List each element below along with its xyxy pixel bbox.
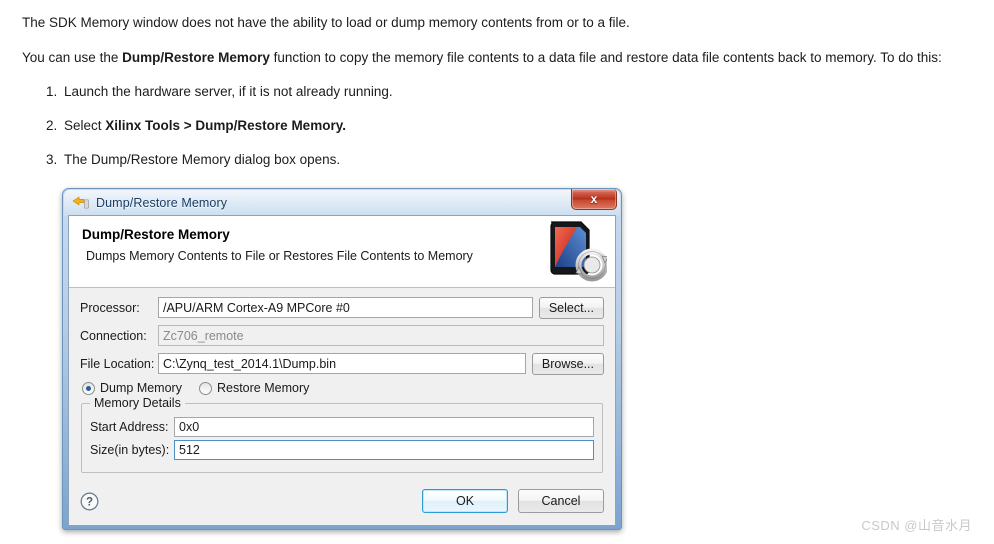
step-number: 3. <box>46 152 58 167</box>
step-item-3: 3. The Dump/Restore Memory dialog box ope… <box>46 151 340 168</box>
dialog-titlebar[interactable]: Dump/Restore Memory x <box>68 189 617 215</box>
memory-mode-radio-group: Dump Memory Restore Memory <box>80 381 604 395</box>
browse-button[interactable]: Browse... <box>531 352 604 375</box>
radio-dump-memory[interactable]: Dump Memory <box>82 381 182 395</box>
file-location-label: File Location: <box>80 356 155 371</box>
radio-restore-memory-indicator <box>198 381 212 395</box>
file-location-row: File Location: Browse... <box>80 352 604 375</box>
dialog-form: Processor: Select... Connection: File Lo… <box>69 288 615 473</box>
start-address-row: Start Address: <box>90 417 594 437</box>
paragraph-intro: The SDK Memory window does not have the … <box>22 15 630 30</box>
cancel-button[interactable]: Cancel <box>518 489 604 513</box>
dump-restore-memory-dialog: Dump/Restore Memory x Dump/Restore Memor… <box>62 188 622 530</box>
radio-dump-memory-label: Dump Memory <box>100 381 182 395</box>
dialog-button-bar: ? OK Cancel <box>69 477 615 525</box>
ok-button[interactable]: OK <box>422 489 508 513</box>
select-button[interactable]: Select... <box>538 296 604 319</box>
banner-title: Dump/Restore Memory <box>82 227 230 242</box>
csdn-watermark: CSDN @山音水月 <box>861 518 972 533</box>
step-number: 1. <box>46 84 58 99</box>
memory-details-group-title: Memory Details <box>90 396 185 410</box>
paragraph-text-pre: You can use the <box>22 50 123 65</box>
help-icon[interactable]: ? <box>80 492 99 511</box>
size-label: Size(in bytes): <box>90 443 170 457</box>
dump-restore-memory-icon <box>72 195 90 211</box>
size-row: Size(in bytes): <box>90 440 594 460</box>
radio-dump-memory-indicator <box>82 381 95 395</box>
step-text: Select <box>64 118 106 133</box>
radio-restore-memory-label: Restore Memory <box>216 381 310 395</box>
close-icon[interactable]: x <box>571 189 617 210</box>
paragraph-dump-restore: You can use the Dump/Restore Memory func… <box>22 49 942 66</box>
step-text: Launch the hardware server, if it is not… <box>64 84 393 99</box>
processor-input[interactable] <box>158 297 533 318</box>
dialog-body: Dump/Restore Memory Dumps Memory Content… <box>68 215 616 526</box>
radio-restore-memory[interactable]: Restore Memory <box>198 381 310 395</box>
memory-details-group: Memory Details Start Address: Size(in by… <box>81 396 603 473</box>
processor-label: Processor: <box>80 300 140 315</box>
dialog-title: Dump/Restore Memory <box>96 196 228 210</box>
close-glyph: x <box>590 192 598 206</box>
connection-row: Connection: <box>80 325 604 346</box>
file-location-input[interactable] <box>158 353 526 374</box>
svg-text:?: ? <box>86 496 93 508</box>
processor-row: Processor: Select... <box>80 296 604 319</box>
step-item-2: 2. Select Xilinx Tools > Dump/Restore Mem… <box>46 117 346 134</box>
start-address-input[interactable] <box>174 417 594 437</box>
size-input[interactable] <box>174 440 594 460</box>
connection-label: Connection: <box>80 328 147 343</box>
step-number: 2. <box>46 118 58 133</box>
banner-subtitle: Dumps Memory Contents to File or Restore… <box>86 249 473 263</box>
step-item-1: 1. Launch the hardware server, if it is n… <box>46 83 393 100</box>
step-text: The Dump/Restore Memory dialog box opens… <box>64 152 341 167</box>
memory-card-sync-icon <box>545 218 609 284</box>
paragraph-text-post: function to copy the memory file content… <box>269 50 942 65</box>
dialog-banner: Dump/Restore Memory Dumps Memory Content… <box>69 216 615 288</box>
paragraph-text-bold: Dump/Restore Memory <box>122 50 270 65</box>
start-address-label: Start Address: <box>90 420 169 434</box>
step-text-bold: Xilinx Tools > Dump/Restore Memory. <box>105 118 346 133</box>
connection-input <box>158 325 604 346</box>
